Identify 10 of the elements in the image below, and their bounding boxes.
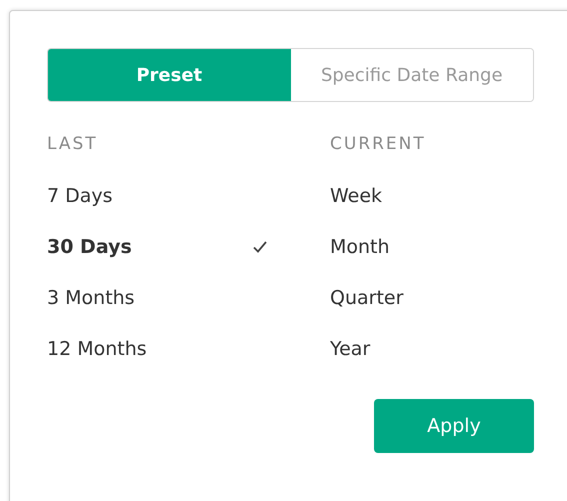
range-option[interactable]: Week [330,184,382,208]
range-option[interactable]: 30 Days [47,234,132,258]
column-heading: CURRENT [330,133,427,156]
range-option[interactable]: 7 Days [47,184,113,208]
range-option[interactable]: 12 Months [47,336,147,360]
range-option[interactable]: 3 Months [47,286,135,310]
range-option[interactable]: Year [330,336,370,360]
range-option[interactable]: Month [330,234,390,258]
range-option[interactable]: Quarter [330,286,404,310]
column-heading: LAST [47,133,99,156]
